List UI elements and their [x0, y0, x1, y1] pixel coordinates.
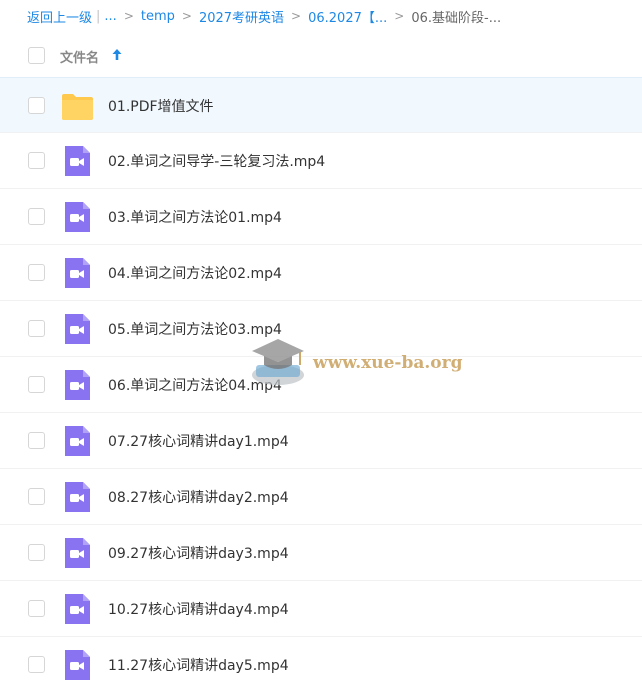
file-name[interactable]: 09.27核心词精讲day3.mp4 [108, 543, 289, 563]
video-file-icon [61, 426, 94, 456]
file-row[interactable]: 04.单词之间方法论02.mp4 [0, 245, 642, 301]
file-list-header: 文件名 [0, 34, 642, 78]
video-file-icon [61, 650, 94, 680]
chevron-right-icon: > [291, 9, 302, 23]
row-checkbox[interactable] [28, 97, 45, 114]
file-row[interactable]: 03.单词之间方法论01.mp4 [0, 189, 642, 245]
row-checkbox[interactable] [28, 264, 45, 281]
file-name[interactable]: 08.27核心词精讲day2.mp4 [108, 487, 289, 507]
video-file-icon [61, 370, 94, 400]
file-row[interactable]: 06.单词之间方法论04.mp4 [0, 357, 642, 413]
file-name[interactable]: 06.单词之间方法论04.mp4 [108, 375, 282, 395]
chevron-right-icon: > [181, 9, 192, 23]
file-row[interactable]: 09.27核心词精讲day3.mp4 [0, 525, 642, 581]
video-file-icon [61, 314, 94, 344]
file-name[interactable]: 04.单词之间方法论02.mp4 [108, 263, 282, 283]
file-row[interactable]: 11.27核心词精讲day5.mp4 [0, 637, 642, 687]
file-name[interactable]: 01.PDF增值文件 [108, 96, 214, 116]
row-checkbox[interactable] [28, 656, 45, 673]
breadcrumb-item-english[interactable]: 2027考研英语 [199, 7, 284, 26]
breadcrumb-current: 06.基础阶段-... [411, 10, 502, 26]
file-name[interactable]: 05.单词之间方法论03.mp4 [108, 319, 282, 339]
video-file-icon [61, 146, 94, 176]
file-row[interactable]: 08.27核心词精讲day2.mp4 [0, 469, 642, 525]
chevron-right-icon: > [394, 9, 405, 23]
file-name[interactable]: 03.单词之间方法论01.mp4 [108, 207, 282, 227]
row-checkbox[interactable] [28, 600, 45, 617]
breadcrumb-ellipsis[interactable]: ... [104, 9, 116, 24]
file-row[interactable]: 05.单词之间方法论03.mp4 [0, 301, 642, 357]
file-row[interactable]: 10.27核心词精讲day4.mp4 [0, 581, 642, 637]
video-file-icon [61, 482, 94, 512]
file-name[interactable]: 11.27核心词精讲day5.mp4 [108, 655, 289, 675]
file-list: 01.PDF增值文件 02.单词之间导学-三轮复习法.mp4 03.单词之间方法论0… [0, 77, 642, 687]
row-checkbox[interactable] [28, 544, 45, 561]
breadcrumb-item-course[interactable]: 06.2027【... [308, 7, 387, 26]
file-row[interactable]: 07.27核心词精讲day1.mp4 [0, 413, 642, 469]
breadcrumb-divider: | [96, 8, 101, 24]
breadcrumb: 返回上一级 | ... > temp > 2027考研英语 > 06.2027【… [0, 0, 642, 32]
row-checkbox[interactable] [28, 488, 45, 505]
file-name[interactable]: 10.27核心词精讲day4.mp4 [108, 599, 289, 619]
row-checkbox[interactable] [28, 432, 45, 449]
video-file-icon [61, 258, 94, 288]
select-all-checkbox[interactable] [28, 47, 45, 64]
file-row[interactable]: 01.PDF增值文件 [0, 77, 642, 133]
row-checkbox[interactable] [28, 152, 45, 169]
file-name[interactable]: 02.单词之间导学-三轮复习法.mp4 [108, 151, 325, 171]
file-row[interactable]: 02.单词之间导学-三轮复习法.mp4 [0, 133, 642, 189]
breadcrumb-item-temp[interactable]: temp [141, 9, 175, 24]
row-checkbox[interactable] [28, 320, 45, 337]
sort-ascending-arrow-icon[interactable] [111, 47, 123, 63]
video-file-icon [61, 594, 94, 624]
row-checkbox[interactable] [28, 376, 45, 393]
back-link[interactable]: 返回上一级 [27, 7, 92, 26]
video-file-icon [61, 538, 94, 568]
folder-icon [61, 91, 94, 121]
chevron-right-icon: > [123, 9, 134, 23]
row-checkbox[interactable] [28, 208, 45, 225]
column-title-filename[interactable]: 文件名 [60, 47, 99, 66]
video-file-icon [61, 202, 94, 232]
file-name[interactable]: 07.27核心词精讲day1.mp4 [108, 431, 289, 451]
